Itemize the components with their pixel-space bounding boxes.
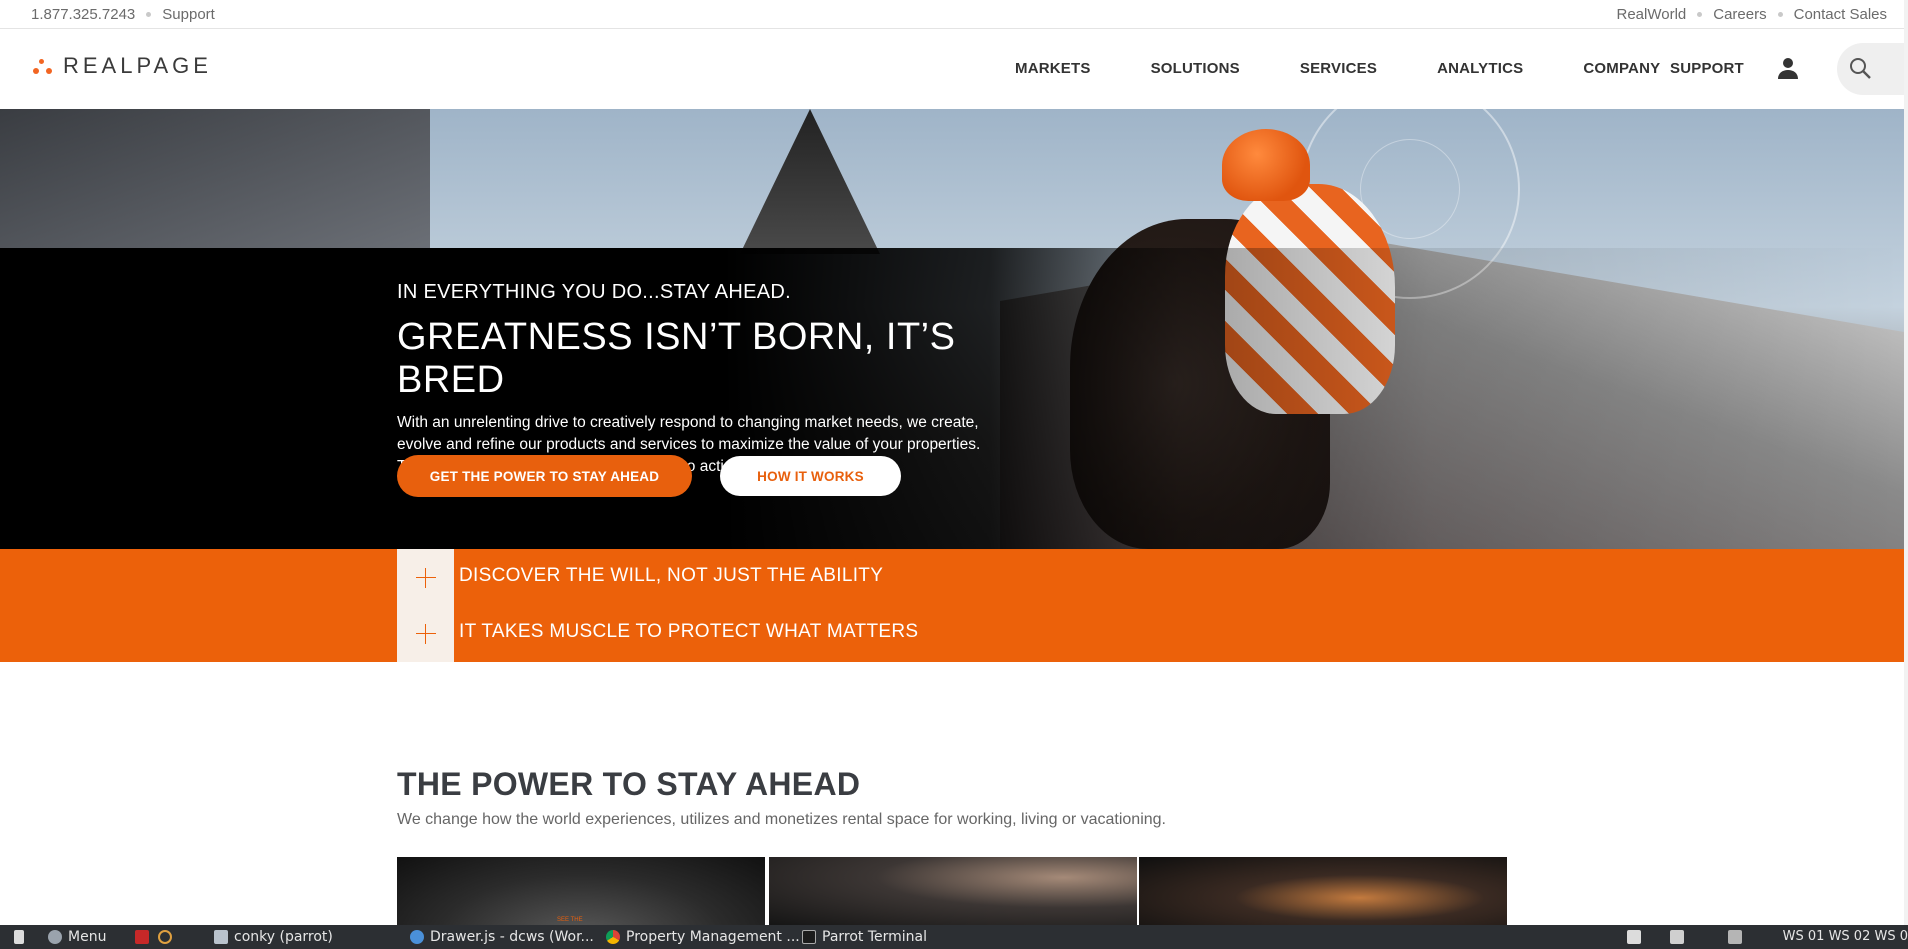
get-power-button[interactable]: GET THE POWER TO STAY AHEAD	[397, 455, 692, 497]
feature-card-athlete[interactable]	[1139, 857, 1507, 925]
workspace-switcher[interactable]: WS 01 WS 02 WS 0	[1783, 929, 1908, 944]
hero-eyebrow: IN EVERYTHING YOU DO...STAY AHEAD.	[397, 281, 791, 303]
contact-sales-link[interactable]: Contact Sales	[1794, 6, 1887, 23]
card-tiny-text: SEE THE	[557, 917, 583, 923]
nav-services[interactable]: SERVICES	[1300, 60, 1377, 77]
accordion-muscle[interactable]: IT TAKES MUSCLE TO PROTECT WHAT MATTERS	[0, 605, 1904, 662]
taskbar-item-conky[interactable]: conky (parrot)	[214, 928, 333, 946]
vscode-icon	[410, 930, 424, 944]
accordion-label: DISCOVER THE WILL, NOT JUST THE ABILITY	[459, 565, 884, 586]
window-icon	[214, 930, 228, 944]
tray-network-icon[interactable]	[1627, 928, 1647, 946]
main-header: REALPAGE MARKETS SOLUTIONS SERVICES ANAL…	[0, 29, 1904, 109]
feature-card-woman[interactable]	[769, 857, 1137, 925]
nav-support[interactable]: SUPPORT	[1670, 60, 1744, 77]
menu-button[interactable]: Menu	[48, 928, 106, 946]
tray-battery-icon[interactable]	[1728, 928, 1748, 946]
utility-left: 1.877.325.7243 Support	[31, 6, 215, 23]
logo-dots-icon	[31, 55, 57, 77]
show-desktop-icon[interactable]	[14, 928, 30, 946]
plus-icon[interactable]	[397, 605, 454, 662]
taskbar-item-label: Parrot Terminal	[822, 929, 928, 945]
utility-bar: 1.877.325.7243 Support RealWorld Careers…	[0, 0, 1904, 29]
separator-dot	[1777, 12, 1783, 17]
tray-drive-icon[interactable]	[1670, 928, 1690, 946]
taskbar-item-terminal[interactable]: Parrot Terminal	[802, 928, 927, 946]
separator-dot	[146, 12, 152, 17]
hero-headline: GREATNESS ISN’T BORN, IT’S BRED	[397, 316, 956, 401]
section-title: THE POWER TO STAY AHEAD	[397, 766, 861, 802]
accordion-label: IT TAKES MUSCLE TO PROTECT WHAT MATTERS	[459, 621, 919, 642]
nav-company[interactable]: COMPANY	[1583, 60, 1660, 77]
taskbar-item-label: Drawer.js - dcws (Wor...	[430, 929, 594, 945]
hero-text-block: IN EVERYTHING YOU DO...STAY AHEAD. GREAT…	[397, 281, 1037, 478]
taskbar-item-label: conky (parrot)	[234, 929, 333, 945]
taskbar-item-drawer[interactable]: Drawer.js - dcws (Wor...	[410, 928, 594, 946]
plus-icon[interactable]	[397, 549, 454, 605]
chrome-icon	[606, 930, 620, 944]
hero-spire-image	[740, 109, 880, 254]
nav-analytics[interactable]: ANALYTICS	[1437, 60, 1523, 77]
separator-dot	[1697, 12, 1703, 17]
menu-label: Menu	[68, 929, 107, 945]
nav-markets[interactable]: MARKETS	[1015, 60, 1091, 77]
taskbar-item-browser[interactable]: Property Management ...	[606, 928, 800, 946]
os-taskbar: Menu conky (parrot) Drawer.js - dcws (Wo…	[0, 925, 1908, 949]
section-subtitle: We change how the world experiences, uti…	[397, 811, 1166, 828]
main-nav: MARKETS SOLUTIONS SERVICES ANALYTICS COM…	[1015, 60, 1744, 77]
careers-link[interactable]: Careers	[1713, 6, 1766, 23]
nav-solutions[interactable]: SOLUTIONS	[1151, 60, 1240, 77]
hero-jockey-helmet	[1222, 129, 1310, 201]
logo-text: REALPAGE	[63, 53, 212, 78]
search-icon	[1850, 58, 1871, 79]
hero-roof-image	[0, 109, 430, 249]
realpage-logo[interactable]: REALPAGE	[31, 53, 212, 79]
feature-card-eye[interactable]: SEE THE	[397, 857, 765, 925]
user-icon[interactable]	[1776, 56, 1800, 80]
phone-link[interactable]: 1.877.325.7243	[31, 6, 135, 23]
search-launcher-icon[interactable]	[158, 928, 178, 946]
how-it-works-button[interactable]: HOW IT WORKS	[720, 456, 901, 496]
search-button[interactable]	[1837, 43, 1904, 95]
filezilla-launcher-icon[interactable]	[135, 928, 155, 946]
utility-support-link[interactable]: Support	[162, 6, 215, 23]
parrot-menu-icon	[48, 930, 62, 944]
terminal-icon	[802, 930, 816, 944]
scrollbar[interactable]	[1904, 0, 1908, 925]
taskbar-item-label: Property Management ...	[626, 929, 800, 945]
utility-right: RealWorld Careers Contact Sales	[1617, 6, 1888, 23]
accordion-discover[interactable]: DISCOVER THE WILL, NOT JUST THE ABILITY	[0, 549, 1904, 606]
realworld-link[interactable]: RealWorld	[1617, 6, 1687, 23]
